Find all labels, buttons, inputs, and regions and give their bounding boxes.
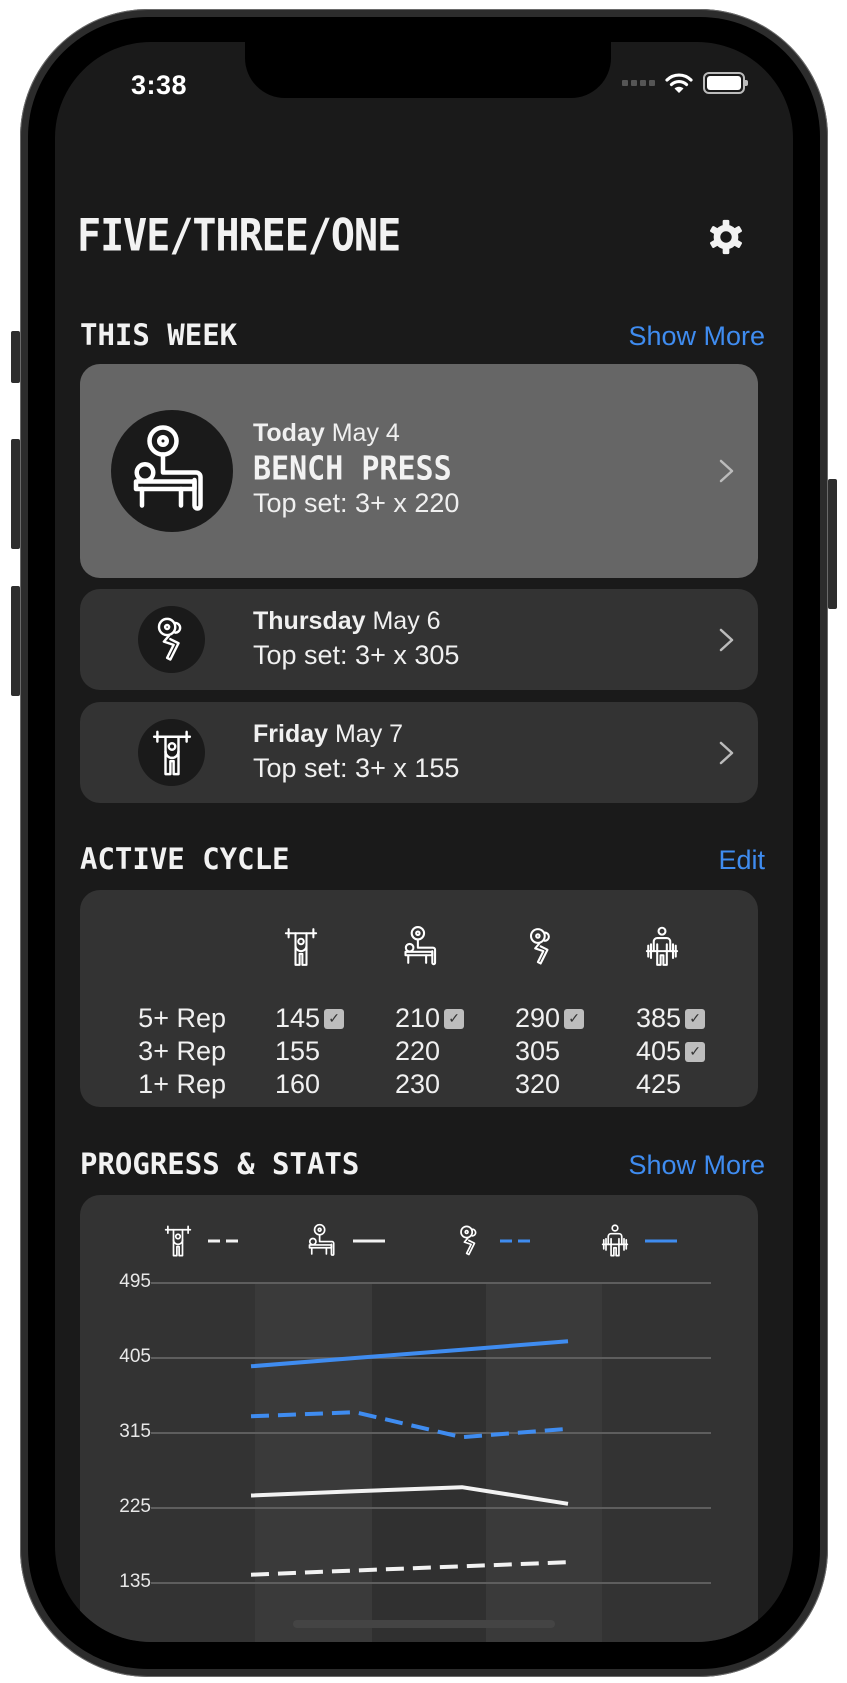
progress-chart-card: 135 225 315 405 495 — [80, 1195, 758, 1642]
completed-checkbox-icon[interactable]: ✓ — [444, 1008, 465, 1029]
cycle-weight-cell: 145 ✓ — [275, 1003, 345, 1034]
cycle-weight-value: 230 — [395, 1069, 441, 1099]
mute-switch — [11, 331, 20, 383]
progress-header: PROGRESS & STATS Show More — [80, 1147, 765, 1181]
cycle-weight-cell: 155 — [275, 1036, 320, 1067]
chevron-right-icon — [718, 458, 736, 484]
completed-checkbox-icon[interactable]: ✓ — [685, 1008, 706, 1029]
cycle-row: 1+ Rep 160 230 320 425 — [80, 1069, 758, 1101]
battery-icon — [703, 72, 748, 94]
bench-press-icon — [400, 920, 444, 974]
wifi-icon — [665, 73, 693, 93]
home-indicator[interactable] — [293, 1620, 555, 1628]
cycle-weight-cell: 160 — [275, 1069, 320, 1100]
workout-card-friday[interactable]: Friday May 7 Top set: 3+ x 155 — [80, 702, 758, 803]
workout-date: May 4 — [331, 419, 400, 447]
cycle-row-label: 3+ Rep — [138, 1036, 226, 1066]
workout-date-line: Today May 4 — [253, 419, 459, 448]
active-cycle-title: ACTIVE CYCLE — [80, 842, 290, 876]
this-week-show-more-link[interactable]: Show More — [628, 321, 765, 352]
power-button — [828, 479, 837, 609]
progress-line-chart — [151, 1282, 711, 1642]
gear-icon[interactable] — [707, 218, 745, 256]
workout-day: Today — [253, 419, 325, 447]
completed-checkbox-icon[interactable]: ✓ — [324, 1008, 345, 1029]
squat-icon — [146, 614, 198, 666]
workout-info: Today May 4 BENCH PRESS Top set: 3+ x 22… — [253, 419, 459, 519]
workout-icon-circle — [138, 719, 205, 786]
active-cycle-header: ACTIVE CYCLE Edit — [80, 842, 765, 876]
cycle-weight-cell: 405 ✓ — [636, 1036, 706, 1067]
cycle-weight-cell: 210 ✓ — [395, 1003, 465, 1034]
cycle-weight-cell: 220 — [395, 1036, 440, 1067]
completed-checkbox-icon[interactable]: ✓ — [685, 1041, 706, 1062]
chart-column-band — [486, 1283, 602, 1642]
overhead-press-icon — [146, 727, 198, 779]
cycle-weight-value: 220 — [395, 1036, 441, 1066]
cycle-weight-cell: 290 ✓ — [515, 1003, 585, 1034]
workout-date: May 6 — [372, 607, 441, 635]
completed-checkbox-icon[interactable]: ✓ — [564, 1008, 585, 1029]
cycle-row: 5+ Rep 145 ✓ 210 ✓ 290 ✓ 385 ✓ — [80, 1003, 758, 1035]
this-week-header: THIS WEEK Show More — [80, 318, 765, 352]
workout-date: May 7 — [334, 720, 404, 748]
workout-day: Friday — [253, 720, 329, 748]
notch — [245, 42, 611, 98]
active-cycle-edit-link[interactable]: Edit — [718, 845, 765, 876]
cycle-weight-value: 385 — [636, 1003, 682, 1033]
app-title: FIVE/THREE/ONE — [77, 210, 401, 262]
workout-date-line: Friday May 7 — [253, 720, 459, 749]
overhead-press-icon — [279, 920, 323, 974]
cycle-weight-cell: 230 — [395, 1069, 440, 1100]
cycle-weight-value: 425 — [636, 1069, 682, 1099]
cycle-weight-value: 145 — [275, 1003, 321, 1033]
workout-day: Thursday — [253, 607, 366, 635]
cycle-weight-cell: 305 — [515, 1036, 560, 1067]
progress-title: PROGRESS & STATS — [80, 1147, 360, 1181]
cycle-weight-cell: 320 — [515, 1069, 560, 1100]
workout-top-set: Top set: 3+ x 220 — [253, 488, 460, 518]
status-indicators — [622, 72, 748, 94]
this-week-title: THIS WEEK — [80, 318, 238, 352]
volume-down-button — [11, 586, 20, 696]
workout-info: Thursday May 6 Top set: 3+ x 305 — [253, 607, 459, 671]
progress-show-more-link[interactable]: Show More — [628, 1150, 765, 1181]
chevron-right-icon — [718, 740, 736, 766]
bench-press-icon — [124, 423, 220, 519]
workout-lift-name: BENCH PRESS — [253, 450, 452, 489]
cycle-weight-value: 290 — [515, 1003, 561, 1033]
workout-top-set: Top set: 3+ x 155 — [253, 753, 460, 783]
workout-card-thursday[interactable]: Thursday May 6 Top set: 3+ x 305 — [80, 589, 758, 690]
cycle-weight-value: 160 — [275, 1069, 321, 1099]
cellular-signal-icon — [622, 80, 655, 86]
cycle-weight-cell: 385 ✓ — [636, 1003, 706, 1034]
cycle-weight-value: 155 — [275, 1036, 321, 1066]
cycle-row-label: 5+ Rep — [138, 1003, 226, 1033]
cycle-weight-cell: 425 — [636, 1069, 681, 1100]
chart-column-band — [255, 1283, 372, 1642]
status-time: 3:38 — [131, 70, 188, 100]
cycle-weight-value: 210 — [395, 1003, 441, 1033]
chevron-right-icon — [718, 627, 736, 653]
volume-up-button — [11, 439, 20, 549]
workout-icon-circle — [111, 410, 233, 532]
workout-card-today[interactable]: Today May 4 BENCH PRESS Top set: 3+ x 22… — [80, 364, 758, 578]
cycle-row-label: 1+ Rep — [138, 1069, 226, 1099]
active-cycle-card: 5+ Rep 145 ✓ 210 ✓ 290 ✓ 385 ✓ 3+ Rep 155 220 305 405… — [80, 890, 758, 1107]
app-screen: 3:38 FIVE/THREE/ONE THIS WEEK Show More … — [55, 42, 793, 1642]
workout-icon-circle — [138, 606, 205, 673]
deadlift-icon — [640, 920, 684, 974]
workout-top-set: Top set: 3+ x 305 — [253, 640, 460, 670]
cycle-weight-value: 305 — [515, 1036, 561, 1066]
cycle-weight-value: 405 — [636, 1036, 682, 1066]
cycle-weight-value: 320 — [515, 1069, 561, 1099]
chart-column-band — [372, 1283, 486, 1642]
squat-icon — [520, 920, 564, 974]
workout-date-line: Thursday May 6 — [253, 607, 459, 636]
cycle-row: 3+ Rep 155 220 305 405 ✓ — [80, 1036, 758, 1068]
workout-info: Friday May 7 Top set: 3+ x 155 — [253, 720, 459, 784]
